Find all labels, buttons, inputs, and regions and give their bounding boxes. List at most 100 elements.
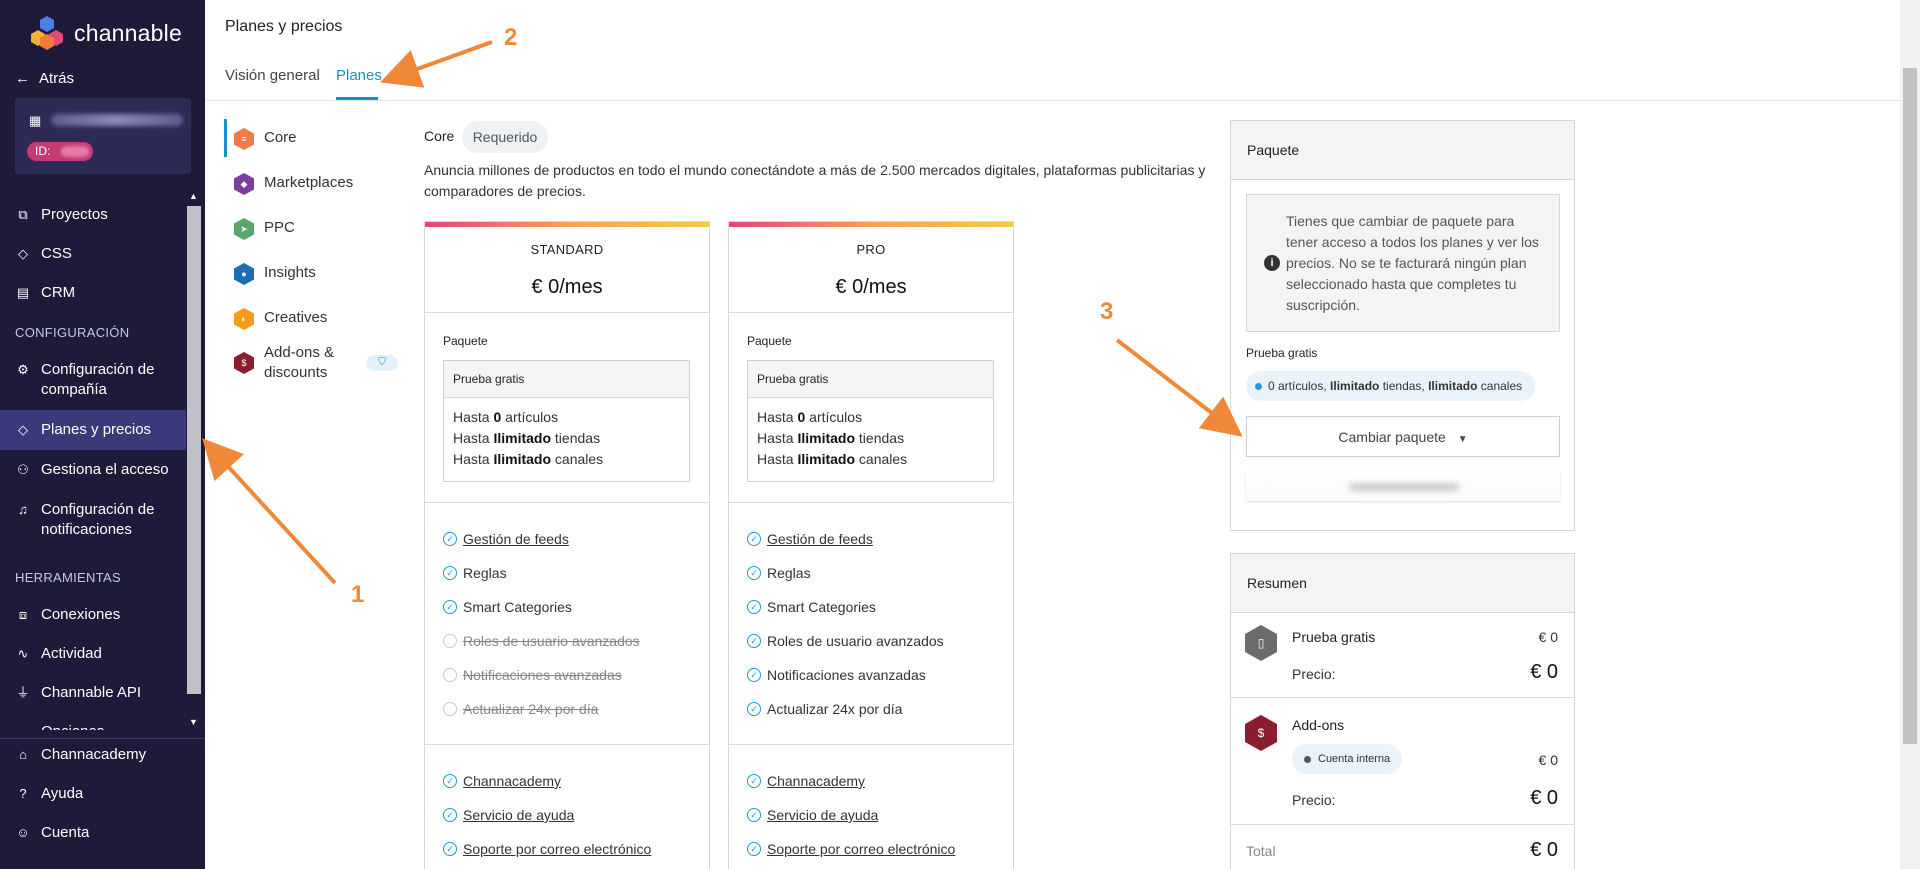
sidebar-item-conexiones[interactable]: ⧈ Conexiones (15, 605, 180, 625)
check-icon: ✓ (443, 808, 457, 822)
sidebar-item-label: Channacademy (41, 746, 147, 763)
page-scrollbar[interactable] (1900, 0, 1920, 869)
sidebar-item-label: Gestiona el acceso (41, 461, 169, 478)
check-icon: ✓ (747, 774, 761, 788)
ppc-icon: ➤ (234, 218, 254, 240)
sidebar-item-label: Proyectos (41, 206, 108, 223)
sidebar-item-label: Ayuda (41, 785, 84, 802)
sidebar-item-label: Opciones (41, 722, 104, 730)
graduation-icon: ⌂ (19, 747, 27, 762)
feature-reglas: ✓ Reglas (443, 565, 507, 581)
feature-gestion-feeds[interactable]: ✓ Gestión de feeds (747, 531, 873, 547)
user-icon: ☺ (16, 825, 30, 840)
scroll-up-icon[interactable]: ▲ (189, 191, 198, 201)
feature-roles-usuario: ✓Roles de usuario avanzados (747, 633, 944, 649)
package-name: Prueba gratis (444, 361, 689, 398)
divider (425, 312, 709, 313)
sidebar-item-gestiona-acceso[interactable]: ⚇ Gestiona el acceso (15, 460, 180, 480)
caret-down-icon: ▼ (1457, 434, 1468, 445)
support-correo[interactable]: ✓ Soporte por correo electrónico (747, 841, 955, 857)
category-marketplaces[interactable]: ◆ Marketplaces (234, 173, 353, 195)
category-insights[interactable]: ● Insights (234, 263, 316, 285)
sidebar-item-opciones[interactable]: ▭ Opciones (15, 722, 180, 730)
support-servicio-ayuda[interactable]: ✓ Servicio de ayuda (747, 807, 878, 823)
sidebar-divider (0, 738, 205, 739)
page-scrollbar-thumb[interactable] (1903, 68, 1917, 744)
category-core[interactable]: ≡ Core (234, 128, 297, 150)
plan-card-standard: STANDARD € 0/mes Paquete Prueba gratis H… (424, 221, 710, 869)
creatives-icon: ◐ (234, 308, 254, 330)
status-dot (1255, 383, 1262, 390)
tab-vision-general[interactable]: Visión general (225, 67, 320, 84)
annotation-arrow-3 (1115, 338, 1243, 437)
annotation-label-3: 3 (1100, 298, 1114, 325)
sidebar-item-css[interactable]: ◇ CSS (15, 244, 180, 264)
marketplaces-icon: ◆ (234, 173, 254, 195)
brand-name: channable (74, 19, 182, 46)
sidebar-item-channable-api[interactable]: ⏚ Channable API (15, 683, 180, 703)
package-box: Prueba gratis Hasta 0 artículos Hasta Il… (747, 360, 994, 482)
category-add-ons[interactable]: $ Add-ons & discounts (234, 343, 344, 383)
feature-notificaciones: ✓Notificaciones avanzadas (443, 667, 622, 683)
active-category-indicator (224, 119, 227, 157)
sidebar-scrollbar-thumb[interactable] (187, 206, 201, 694)
tab-planes[interactable]: Planes (336, 67, 382, 84)
check-icon: ✓ (747, 842, 761, 856)
package-name: Prueba gratis (748, 361, 993, 398)
limit-canales: Hasta Ilimitado canales (757, 451, 908, 467)
feature-smart-categories: ✓ Smart Categories (747, 599, 876, 615)
unchecked-icon: ✓ (443, 668, 457, 682)
change-package-button[interactable]: Cambiar paquete ▼ (1246, 416, 1560, 457)
summary-addons-name: Add-ons (1292, 717, 1345, 733)
scroll-down-icon[interactable]: ▼ (189, 717, 198, 727)
core-title: Core (424, 128, 455, 144)
feature-gestion-feeds[interactable]: ✓ Gestión de feeds (443, 531, 569, 547)
summary-price-label: Precio: (1292, 792, 1336, 808)
check-icon: ✓ (747, 668, 761, 682)
package-label: Paquete (443, 334, 488, 348)
sidebar: channable ← Atrás ▦ ID: ⧉ Proyectos ◇ CS… (0, 0, 205, 869)
limit-tiendas: Hasta Ilimitado tiendas (453, 430, 601, 446)
network-icon: ⧈ (18, 607, 28, 622)
account-selector[interactable]: ▦ ID: (15, 98, 191, 174)
change-package-label: Cambiar paquete (1338, 429, 1446, 445)
logo[interactable]: channable (28, 14, 182, 52)
back-link[interactable]: ← Atrás (15, 70, 74, 87)
support-channacademy[interactable]: ✓ Channacademy (747, 773, 865, 789)
sidebar-item-crm[interactable]: ▤ CRM (15, 283, 180, 303)
category-label: Core (264, 129, 297, 146)
plug-icon: ⏚ (16, 685, 30, 700)
sidebar-item-configuracion-notificaciones[interactable]: ♫ Configuración de notificaciones (15, 500, 180, 540)
summary-package-price: € 0 (1530, 661, 1558, 683)
sidebar-item-configuracion-compania[interactable]: ⚙ Configuración de compañía (15, 360, 180, 400)
package-limits: Hasta 0 artículos Hasta Ilimitado tienda… (748, 398, 993, 479)
package-box: Prueba gratis Hasta 0 artículos Hasta Il… (443, 360, 690, 482)
limit-articulos: Hasta 0 artículos (453, 409, 559, 425)
account-id-badge: ID: (27, 142, 93, 161)
plan-card-pro: PRO € 0/mes Paquete Prueba gratis Hasta … (728, 221, 1014, 869)
divider (425, 502, 709, 503)
blurred-label (1349, 483, 1459, 491)
support-channacademy[interactable]: ✓ Channacademy (443, 773, 561, 789)
summary-addons-amount: € 0 (1538, 752, 1558, 768)
check-icon: ✓ (443, 842, 457, 856)
sidebar-item-cuenta[interactable]: ☺ Cuenta (15, 823, 180, 843)
sidebar-item-planes-precios[interactable]: ◇ Planes y precios (15, 420, 180, 440)
feature-notificaciones: ✓Notificaciones avanzadas (747, 667, 926, 683)
blurred-button[interactable] (1246, 471, 1560, 501)
support-servicio-ayuda[interactable]: ✓ Servicio de ayuda (443, 807, 574, 823)
check-icon: ✓ (747, 702, 761, 716)
active-tab-indicator (336, 97, 378, 100)
category-creatives[interactable]: ◐ Creatives (234, 308, 327, 330)
check-icon: ✓ (747, 600, 761, 614)
sidebar-item-ayuda[interactable]: ? Ayuda (15, 784, 180, 804)
sidebar-item-actividad[interactable]: ∿ Actividad (15, 644, 180, 664)
sidebar-nav: ⧉ Proyectos ◇ CSS ▤ CRM CONFIGURACIÓN ⚙ … (0, 190, 205, 730)
check-icon: ✓ (747, 808, 761, 822)
sidebar-item-proyectos[interactable]: ⧉ Proyectos (15, 205, 180, 225)
check-icon: ✓ (443, 532, 457, 546)
support-correo[interactable]: ✓ Soporte por correo electrónico (443, 841, 651, 857)
sidebar-item-channacademy[interactable]: ⌂ Channacademy (15, 745, 180, 765)
category-ppc[interactable]: ➤ PPC (234, 218, 295, 240)
core-description: Anuncia millones de productos en todo el… (424, 162, 1206, 199)
